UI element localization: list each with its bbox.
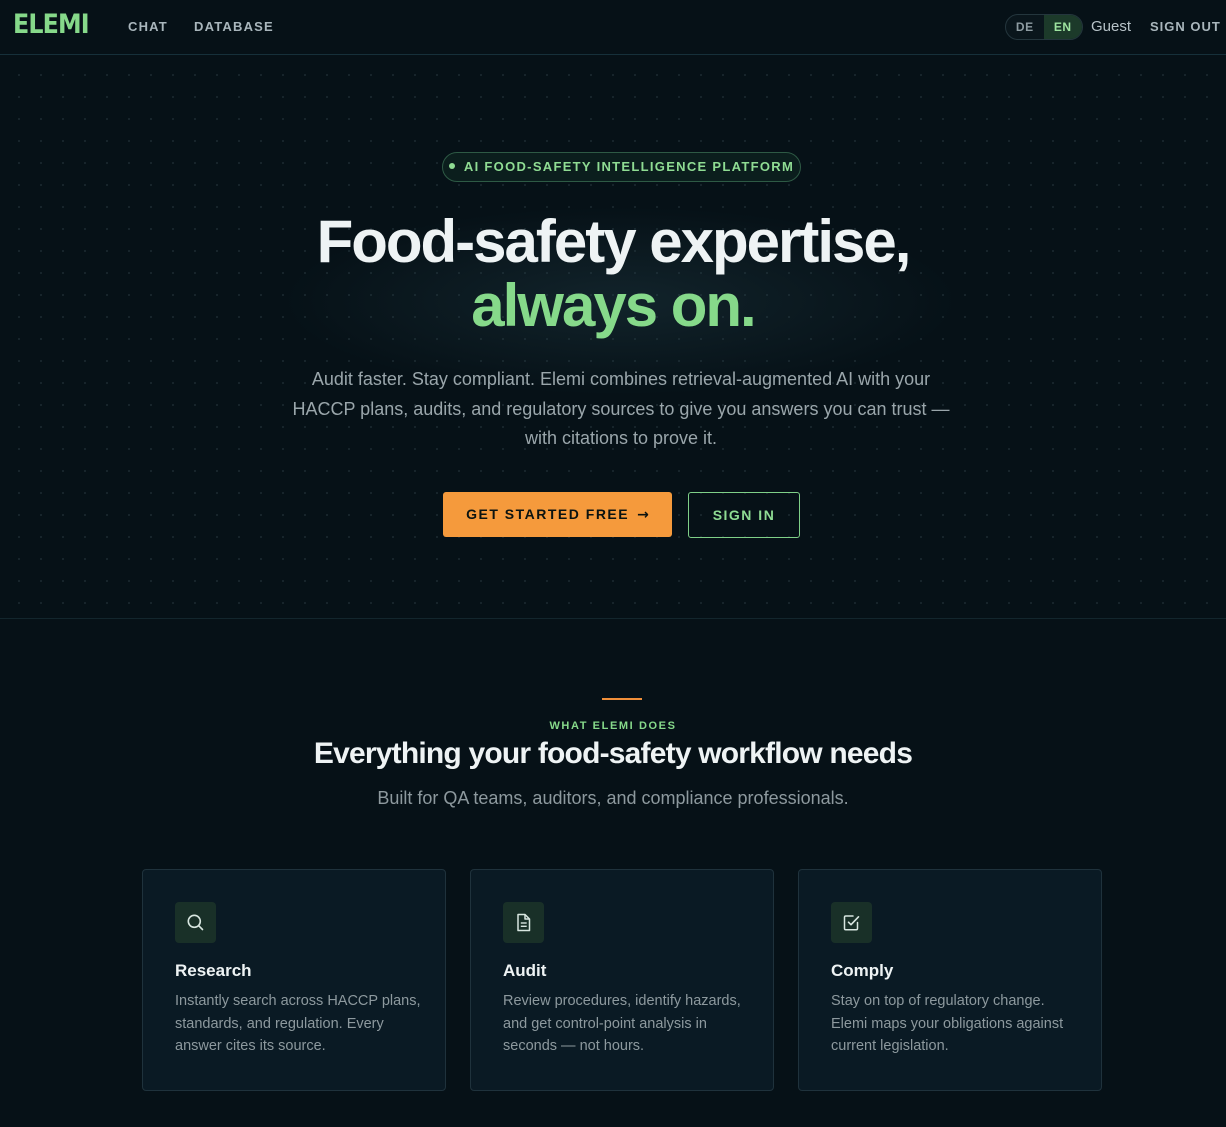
arrow-right-icon: → xyxy=(637,507,649,523)
hero-section: AI FOOD-SAFETY INTELLIGENCE PLATFORM Foo… xyxy=(0,56,1226,619)
checkbox-icon xyxy=(831,902,872,943)
badge-dot-icon xyxy=(448,163,455,169)
document-icon xyxy=(503,902,544,943)
feature-card-comply: Comply Stay on top of regulatory change.… xyxy=(798,869,1102,1091)
language-option-en[interactable]: EN xyxy=(1043,15,1082,39)
get-started-button[interactable]: GET STARTED FREE → xyxy=(443,492,672,537)
language-toggle: DE EN xyxy=(1005,14,1083,40)
section-title: Everything your food-safety workflow nee… xyxy=(313,737,913,770)
hero-title: Food-safety expertise, always on. xyxy=(0,210,1226,338)
hero-title-line1: Food-safety expertise, xyxy=(316,208,912,275)
search-icon xyxy=(175,902,216,943)
feature-card-audit: Audit Review procedures, identify hazard… xyxy=(470,869,774,1091)
nav-link-chat[interactable]: CHAT xyxy=(128,19,168,34)
card-text: Instantly search across HACCP plans, sta… xyxy=(175,993,421,1054)
card-title: Comply xyxy=(831,961,894,980)
language-option-de[interactable]: DE xyxy=(1006,15,1044,39)
card-title: Research xyxy=(175,961,252,980)
hero-badge: AI FOOD-SAFETY INTELLIGENCE PLATFORM xyxy=(442,152,801,182)
card-title: Audit xyxy=(503,961,547,980)
top-nav: ELEMI CHAT DATABASE DE EN Guest SIGN OUT xyxy=(0,0,1226,55)
hero-badge-label: AI FOOD-SAFETY INTELLIGENCE PLATFORM xyxy=(463,159,795,174)
hero-title-line2: always on. xyxy=(471,272,756,339)
sign-in-button[interactable]: SIGN IN xyxy=(688,492,800,538)
sign-out-button[interactable]: SIGN OUT xyxy=(1150,19,1221,34)
hero-subtitle: Audit faster. Stay compliant. Elemi comb… xyxy=(292,369,950,448)
logo[interactable]: ELEMI xyxy=(13,9,90,40)
section-subtitle: Built for QA teams, auditors, and compli… xyxy=(377,788,849,808)
card-text: Stay on top of regulatory change. Elemi … xyxy=(831,993,1064,1054)
card-text: Review procedures, identify hazards, and… xyxy=(503,993,741,1054)
feature-card-research: Research Instantly search across HACCP p… xyxy=(142,869,446,1091)
user-name: Guest xyxy=(1091,18,1132,35)
get-started-label: GET STARTED FREE xyxy=(466,506,630,522)
section-eyebrow: WHAT ELEMI DOES xyxy=(549,720,677,732)
nav-link-database[interactable]: DATABASE xyxy=(194,19,274,34)
section-divider xyxy=(602,698,642,700)
